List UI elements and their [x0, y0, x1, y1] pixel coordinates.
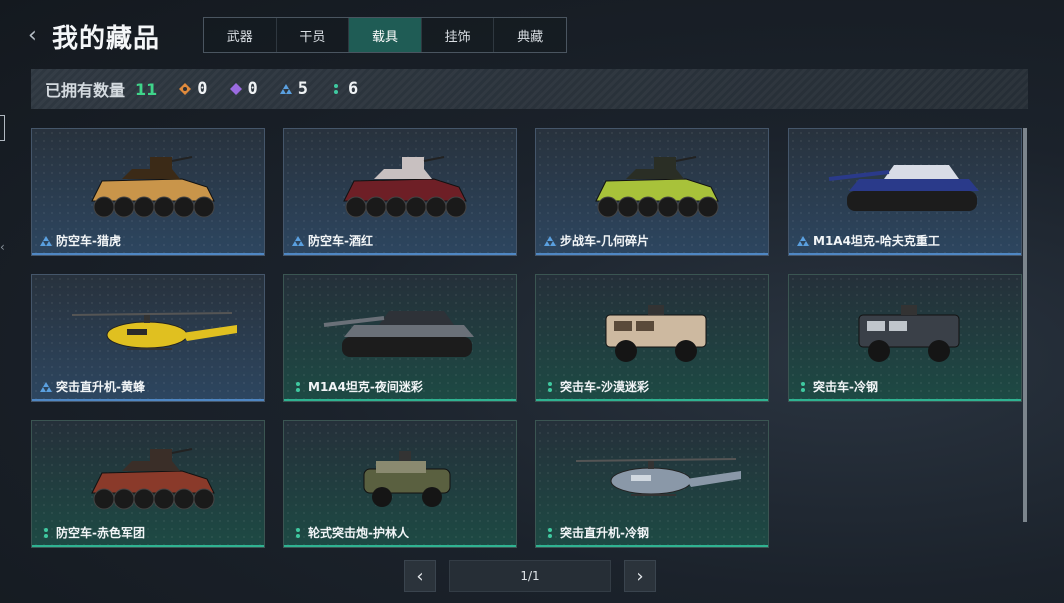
- blue-triangle-icon: [40, 382, 52, 392]
- vehicle-image: [91, 156, 215, 218]
- side-drawer-handle[interactable]: [0, 115, 5, 141]
- vehicle-card[interactable]: 突击车-沙漠迷彩: [535, 274, 769, 402]
- prev-page-button[interactable]: ‹: [404, 560, 436, 592]
- vehicle-card[interactable]: M1A4坦克-夜间迷彩: [283, 274, 517, 402]
- rarity-count-purple: 0: [229, 79, 258, 99]
- ownership-summary: 已拥有数量 11 0 0 5 6: [31, 69, 1028, 109]
- tab-collection[interactable]: 典藏: [494, 18, 566, 52]
- vehicle-name: 防空车-赤色军团: [56, 526, 145, 540]
- green-dots-icon: [548, 528, 552, 538]
- vehicle-name: 轮式突击炮-护林人: [308, 526, 409, 540]
- green-dots-icon: [44, 528, 48, 538]
- tab-weapons[interactable]: 武器: [204, 18, 277, 52]
- green-dots-icon: [296, 528, 300, 538]
- tab-operators[interactable]: 干员: [277, 18, 350, 52]
- green-dots-icon: [296, 382, 300, 392]
- side-chevron-icon[interactable]: ‹: [0, 240, 5, 254]
- rarity-count-orange: 0: [179, 79, 208, 99]
- rarity-underline: [789, 253, 1021, 255]
- vehicle-card[interactable]: 突击车-冷钢: [788, 274, 1022, 402]
- back-chevron-icon[interactable]: ‹: [28, 25, 44, 47]
- vehicle-name: M1A4坦克-夜间迷彩: [308, 380, 423, 394]
- blue-triangle-icon: [40, 236, 52, 246]
- vehicle-name: 突击车-沙漠迷彩: [560, 380, 649, 394]
- rarity-underline: [32, 253, 264, 255]
- category-tabs: 武器 干员 载具 挂饰 典藏: [203, 17, 567, 53]
- orange-diamond-icon: [179, 83, 192, 95]
- tab-vehicles[interactable]: 载具: [349, 18, 422, 52]
- rarity-underline: [536, 253, 768, 255]
- owned-count-label: 已拥有数量: [45, 81, 126, 100]
- vehicle-card[interactable]: 突击直升机-黄蜂: [31, 274, 265, 402]
- page-indicator: 1/1: [449, 560, 611, 592]
- vehicle-name: 防空车-酒红: [308, 234, 373, 248]
- vehicle-name: M1A4坦克-哈夫克重工: [813, 234, 940, 248]
- blue-triangle-icon: [279, 84, 292, 94]
- vehicle-image: [828, 165, 979, 211]
- page-title: 我的藏品: [52, 24, 161, 54]
- tab-charms[interactable]: 挂饰: [422, 18, 495, 52]
- vehicle-name: 突击车-冷钢: [813, 380, 878, 394]
- vehicle-card[interactable]: 防空车-酒红: [283, 128, 517, 256]
- vehicle-image: [343, 156, 467, 218]
- vehicle-name: 步战车-几何碎片: [560, 234, 649, 248]
- vehicle-card[interactable]: 步战车-几何碎片: [535, 128, 769, 256]
- rarity-underline: [32, 545, 264, 547]
- vehicle-image: [323, 311, 474, 357]
- rarity-count-green: 6: [330, 79, 358, 99]
- rarity-underline: [536, 545, 768, 547]
- next-page-button[interactable]: ›: [624, 560, 656, 592]
- owned-count-value: 11: [135, 79, 158, 99]
- rarity-underline: [789, 399, 1021, 401]
- rarity-count-blue: 5: [279, 79, 308, 99]
- rarity-underline: [536, 399, 768, 401]
- purple-diamond-icon: [229, 83, 242, 95]
- rarity-underline: [284, 253, 516, 255]
- vehicle-card[interactable]: 突击直升机-冷钢: [535, 420, 769, 548]
- vehicle-name: 防空车-猎虎: [56, 234, 121, 248]
- green-dots-icon: [801, 382, 805, 392]
- chevron-left-icon: ‹: [416, 565, 424, 587]
- vehicle-image: [605, 305, 707, 362]
- scrollbar[interactable]: [1023, 128, 1027, 522]
- vehicle-image: [575, 458, 741, 496]
- vehicle-card[interactable]: 防空车-猎虎: [31, 128, 265, 256]
- vehicle-image: [71, 312, 237, 350]
- vehicle-name: 突击直升机-黄蜂: [56, 380, 145, 394]
- blue-triangle-icon: [797, 236, 809, 246]
- vehicle-card[interactable]: M1A4坦克-哈夫克重工: [788, 128, 1022, 256]
- rarity-underline: [32, 399, 264, 401]
- vehicle-card[interactable]: 防空车-赤色军团: [31, 420, 265, 548]
- vehicle-image: [363, 451, 451, 507]
- green-dots-icon: [548, 382, 552, 392]
- vehicle-image: [91, 448, 215, 510]
- vehicle-card[interactable]: 轮式突击炮-护林人: [283, 420, 517, 548]
- vehicle-name: 突击直升机-冷钢: [560, 526, 649, 540]
- rarity-underline: [284, 399, 516, 401]
- blue-triangle-icon: [292, 236, 304, 246]
- vehicle-image: [595, 156, 719, 218]
- rarity-underline: [284, 545, 516, 547]
- chevron-right-icon: ›: [636, 565, 644, 587]
- green-dots-icon: [334, 84, 339, 94]
- blue-triangle-icon: [544, 236, 556, 246]
- vehicle-image: [858, 305, 960, 362]
